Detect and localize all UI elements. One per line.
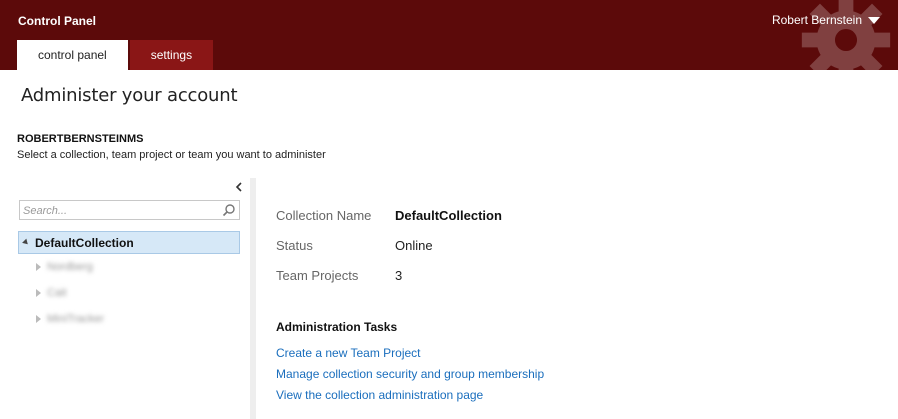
pane-splitter[interactable]	[250, 178, 256, 419]
search-icon[interactable]	[222, 203, 236, 217]
collection-tree: DefaultCollection Nordberg Cait MiniTrac…	[18, 231, 240, 332]
detail-value: Online	[395, 237, 433, 253]
expanded-triangle-icon[interactable]	[22, 238, 30, 247]
tab-control-panel[interactable]: control panel	[17, 40, 128, 70]
app-title: Control Panel	[18, 14, 97, 28]
detail-value: 3	[395, 267, 403, 283]
user-name: Robert Bernstein	[771, 13, 862, 27]
user-menu[interactable]: Robert Bernstein	[772, 13, 880, 27]
tree-item-label: Nordberg	[47, 261, 93, 273]
administration-task-links: Create a new Team Project Manage collect…	[276, 345, 544, 408]
tree-item-project[interactable]: MiniTracker	[18, 306, 240, 332]
detail-row-team-projects: Team Projects 3	[276, 260, 502, 290]
detail-label: Collection Name	[276, 207, 372, 223]
view-admin-page-link[interactable]: View the collection administration page	[276, 387, 544, 408]
gear-icon	[801, 0, 891, 70]
tab-settings[interactable]: settings	[129, 40, 214, 70]
collection-details: Collection Name DefaultCollection Status…	[276, 200, 502, 290]
detail-label: Status	[276, 237, 313, 253]
administration-tasks-heading: Administration Tasks	[276, 320, 398, 334]
account-name: ROBERTBERNSTEINMS	[17, 133, 144, 145]
tree-item-label: Cait	[47, 287, 67, 299]
detail-value: DefaultCollection	[395, 207, 502, 223]
detail-row-collection-name: Collection Name DefaultCollection	[276, 200, 502, 230]
tree-item-project[interactable]: Cait	[18, 280, 240, 306]
tree-item-project[interactable]: Nordberg	[18, 254, 240, 280]
collapsed-triangle-icon[interactable]	[36, 263, 41, 271]
caret-down-icon	[868, 17, 880, 24]
tree-item-label: DefaultCollection	[35, 235, 134, 250]
chevron-left-icon[interactable]	[233, 181, 245, 193]
tree-item-label: MiniTracker	[47, 313, 105, 325]
create-team-project-link[interactable]: Create a new Team Project	[276, 345, 544, 366]
navigation-pane: DefaultCollection Nordberg Cait MiniTrac…	[14, 178, 250, 419]
detail-label: Team Projects	[276, 267, 359, 283]
collapsed-triangle-icon[interactable]	[36, 315, 41, 323]
tab-bar: control panel settings	[17, 40, 214, 70]
search-box	[19, 200, 240, 220]
top-header-bar: Control Panel Robert Bernstein control p…	[0, 0, 898, 70]
manage-security-link[interactable]: Manage collection security and group mem…	[276, 366, 544, 387]
collapsed-triangle-icon[interactable]	[36, 289, 41, 297]
detail-row-status: Status Online	[276, 230, 502, 260]
tree-item-default-collection[interactable]: DefaultCollection	[18, 231, 240, 254]
page-description: Select a collection, team project or tea…	[17, 149, 326, 161]
search-input[interactable]	[20, 202, 215, 220]
page-title: Administer your account	[21, 85, 238, 106]
